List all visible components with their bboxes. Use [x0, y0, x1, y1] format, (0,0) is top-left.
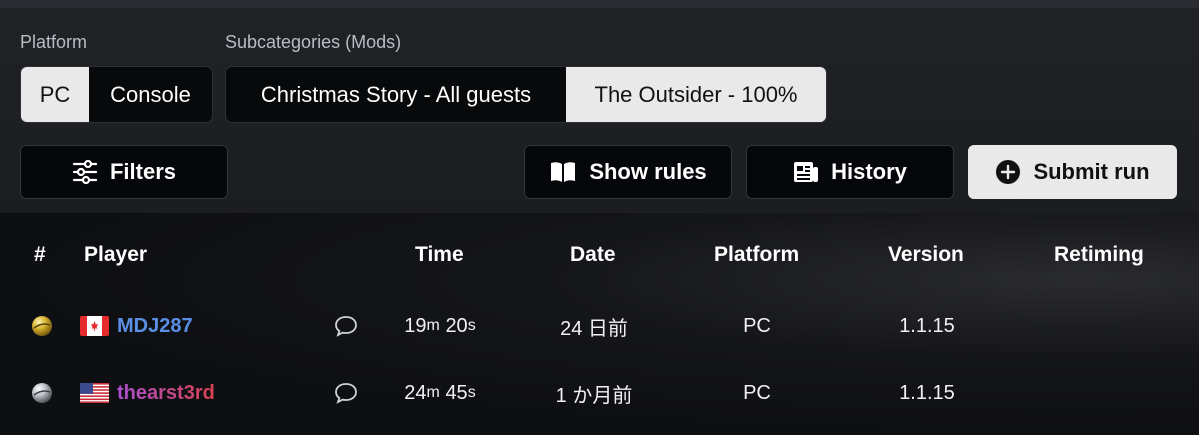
- history-button[interactable]: History: [746, 145, 954, 199]
- subcategory-option-the-outsider[interactable]: The Outsider - 100%: [566, 67, 826, 122]
- filters-label: Filters: [109, 159, 177, 184]
- platform-option-pc[interactable]: PC: [21, 67, 89, 122]
- usa-flag-icon: [80, 383, 109, 403]
- comment-icon[interactable]: [334, 363, 358, 423]
- submit-run-label: Submit run: [1033, 159, 1150, 184]
- player-name-link[interactable]: thearst3rd: [117, 382, 215, 405]
- header-version: Version: [888, 243, 964, 266]
- history-label: History: [831, 159, 907, 184]
- leaderboard-table: # Player Time Date Platform Version Reti…: [0, 213, 1199, 435]
- time-minutes-unit: m: [426, 384, 440, 401]
- filters-button[interactable]: Filters: [20, 145, 228, 199]
- platform-selector: PC Console: [20, 66, 213, 123]
- time-minutes-unit: m: [426, 317, 440, 334]
- version-cell: 1.1.15: [899, 381, 955, 404]
- player-cell: thearst3rd: [80, 363, 215, 423]
- player-name-link[interactable]: MDJ287: [117, 315, 193, 338]
- comment-icon[interactable]: [334, 296, 358, 356]
- silver-medal-icon: [30, 363, 54, 423]
- time-cell: 19 m 20 s: [390, 296, 490, 356]
- date-cell: 24 日前: [560, 317, 628, 340]
- header-rank: #: [34, 243, 46, 266]
- submit-run-button[interactable]: Submit run: [968, 145, 1177, 199]
- plus-circle-icon: [996, 160, 1021, 184]
- sliders-icon: [72, 160, 98, 184]
- time-seconds-unit: s: [467, 317, 476, 334]
- book-icon: [551, 162, 576, 182]
- version-cell: 1.1.15: [899, 314, 955, 337]
- time-seconds: 20: [445, 314, 468, 337]
- gold-medal-icon: [30, 296, 54, 356]
- time-seconds-unit: s: [467, 384, 476, 401]
- canada-flag-icon: [80, 316, 109, 336]
- player-cell: MDJ287: [80, 296, 193, 356]
- platform-label: Platform: [20, 32, 88, 52]
- date-cell: 1 か月前: [555, 384, 633, 407]
- newspaper-icon: [794, 162, 819, 182]
- table-row[interactable]: MDJ287 19 m 20 s 24 日前 PC 1.1.15: [0, 296, 1199, 356]
- platform-cell: PC: [743, 314, 771, 337]
- time-cell: 24 m 45 s: [390, 363, 490, 423]
- top-bar: [0, 0, 1199, 8]
- time-seconds: 45: [445, 381, 468, 404]
- header-player: Player: [84, 243, 148, 266]
- platform-option-console[interactable]: Console: [89, 67, 212, 122]
- header-time: Time: [415, 243, 464, 266]
- header-retiming: Retiming: [1054, 243, 1144, 266]
- subcategory-option-christmas-story[interactable]: Christmas Story - All guests: [226, 67, 566, 122]
- platform-cell: PC: [743, 381, 771, 404]
- subcategory-selector: Christmas Story - All guests The Outside…: [225, 66, 827, 123]
- show-rules-label: Show rules: [589, 159, 707, 184]
- header-date: Date: [570, 243, 616, 266]
- time-minutes: 24: [404, 381, 427, 404]
- table-row[interactable]: thearst3rd 24 m 45 s 1 か月前 PC 1.1.15: [0, 363, 1199, 423]
- header-platform: Platform: [714, 243, 800, 266]
- subcategory-label: Subcategories (Mods): [225, 32, 402, 52]
- show-rules-button[interactable]: Show rules: [524, 145, 732, 199]
- time-minutes: 19: [404, 314, 427, 337]
